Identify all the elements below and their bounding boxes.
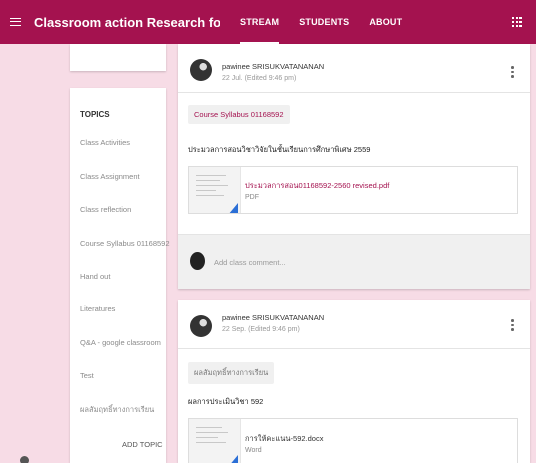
file-thumbnail bbox=[189, 419, 241, 463]
tab-students[interactable]: STUDENTS bbox=[299, 0, 349, 44]
divider bbox=[178, 348, 530, 349]
topics-heading: TOPICS bbox=[80, 110, 110, 119]
file-thumbnail bbox=[189, 167, 241, 213]
add-topic-button[interactable]: ADD TOPIC bbox=[122, 440, 163, 449]
add-comment-input[interactable]: Add class comment... bbox=[214, 258, 286, 267]
topics-panel: TOPICS Class Activities Class Assignment… bbox=[70, 88, 170, 463]
topic-class-activities[interactable]: Class Activities bbox=[80, 138, 130, 147]
topic-class-reflection[interactable]: Class reflection bbox=[80, 205, 131, 214]
topic-test[interactable]: Test bbox=[80, 371, 94, 380]
attachment-type: PDF bbox=[245, 194, 259, 201]
tab-about[interactable]: ABOUT bbox=[369, 0, 402, 44]
menu-icon[interactable] bbox=[0, 0, 30, 44]
stream-post: pawinee SRISUKVATANANAN 22 Sep. (Edited … bbox=[178, 300, 530, 463]
topic-hand-out[interactable]: Hand out bbox=[80, 272, 110, 281]
attachment-card[interactable]: การให้คะแนน-592.docx Word bbox=[188, 418, 518, 463]
post-text: ประมวลการสอนวิชาวิจัยในชั้นเรียนการศึกษา… bbox=[188, 145, 371, 154]
attachment-name[interactable]: การให้คะแนน-592.docx bbox=[245, 433, 323, 445]
post-author: pawinee SRISUKVATANANAN bbox=[222, 313, 325, 322]
attachment-card[interactable]: ประมวลการสอน01168592-2560 revised.pdf PD… bbox=[188, 166, 518, 214]
topic-chip[interactable]: Course Syllabus 01168592 bbox=[188, 105, 290, 124]
upcoming-card bbox=[70, 44, 166, 71]
post-date: 22 Sep. (Edited 9:46 pm) bbox=[222, 326, 300, 333]
topic-literatures[interactable]: Literatures bbox=[80, 304, 115, 313]
avatar bbox=[190, 252, 205, 270]
more-vert-icon[interactable] bbox=[511, 66, 514, 80]
topic-class-assignment[interactable]: Class Assignment bbox=[80, 172, 140, 181]
app-bar: Classroom action Research for Special Ed… bbox=[0, 0, 536, 44]
tab-stream[interactable]: STREAM bbox=[240, 0, 280, 44]
topic-qa-google-classroom[interactable]: Q&A - google classroom bbox=[80, 338, 161, 347]
topic-achievement[interactable]: ผลสัมฤทธิ์ทางการเรียน bbox=[80, 404, 154, 416]
avatar bbox=[190, 59, 212, 81]
attachment-type: Word bbox=[245, 447, 262, 454]
avatar bbox=[190, 315, 212, 337]
post-author: pawinee SRISUKVATANANAN bbox=[222, 62, 325, 71]
topic-course-syllabus[interactable]: Course Syllabus 01168592 bbox=[80, 239, 170, 248]
help-button[interactable] bbox=[20, 456, 29, 463]
topic-chip[interactable]: ผลสัมฤทธิ์ทางการเรียน bbox=[188, 362, 275, 384]
class-title[interactable]: Classroom action Research for Special Ed… bbox=[34, 15, 220, 30]
apps-grid-icon[interactable] bbox=[512, 17, 522, 27]
divider bbox=[178, 92, 530, 93]
stream-post: pawinee SRISUKVATANANAN 22 Jul. (Edited … bbox=[178, 44, 530, 289]
post-date: 22 Jul. (Edited 9:46 pm) bbox=[222, 75, 297, 82]
attachment-name[interactable]: ประมวลการสอน01168592-2560 revised.pdf bbox=[245, 180, 389, 192]
class-comment-area: Add class comment... bbox=[178, 234, 530, 289]
more-vert-icon[interactable] bbox=[511, 319, 514, 333]
post-text: ผลการประเมินวิชา 592 bbox=[188, 397, 264, 406]
